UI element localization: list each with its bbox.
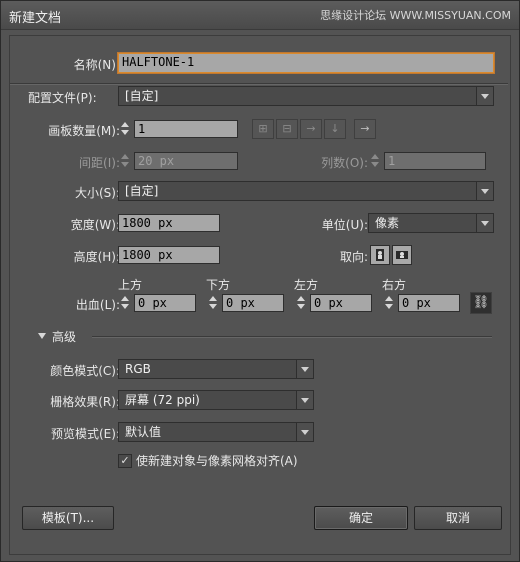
bleed-right-stepper[interactable] xyxy=(382,294,398,312)
artboards-label: 画板数量(M): xyxy=(48,124,120,138)
artboards-stepper[interactable] xyxy=(118,120,134,138)
dialog-title: 新建文档 xyxy=(9,11,62,26)
watermark: 思缘设计论坛 WWW.MISSYUAN.COM xyxy=(320,9,511,22)
up-arrow-icon xyxy=(121,122,129,127)
arrange-by-column-icon[interactable]: ↓ xyxy=(324,119,346,139)
raster-effects-dropdown[interactable]: 屏幕 (72 ppi) xyxy=(118,390,314,410)
bleed-top-input[interactable]: 0 px xyxy=(134,294,196,312)
units-value: 像素 xyxy=(375,216,400,230)
columns-label: 列数(O): xyxy=(321,156,368,170)
up-arrow-icon xyxy=(209,296,217,301)
divider xyxy=(10,83,508,85)
size-label: 大小(S): xyxy=(74,186,120,200)
up-arrow-icon xyxy=(385,296,393,301)
orientation-label: 取向: xyxy=(339,250,368,264)
height-input[interactable]: 1800 px xyxy=(118,246,220,264)
size-value: [自定] xyxy=(125,184,159,198)
units-label: 单位(U): xyxy=(321,218,368,232)
spacing-stepper xyxy=(118,152,134,170)
width-input[interactable]: 1800 px xyxy=(118,214,220,232)
grid-by-column-icon[interactable]: ⊟ xyxy=(276,119,298,139)
bleed-right-label: 右方 xyxy=(382,278,407,292)
down-arrow-icon xyxy=(385,304,393,309)
color-mode-label: 颜色模式(C): xyxy=(50,364,120,378)
templates-button[interactable]: 模板(T)... xyxy=(22,506,114,530)
bleed-left-stepper[interactable] xyxy=(294,294,310,312)
spacing-input: 20 px xyxy=(134,152,238,170)
bleed-label: 出血(L): xyxy=(75,298,120,312)
down-arrow-icon xyxy=(121,304,129,309)
portrait-orientation-icon[interactable] xyxy=(370,245,390,265)
bleed-bottom-input[interactable]: 0 px xyxy=(222,294,284,312)
preview-mode-value: 默认值 xyxy=(125,425,162,439)
landscape-orientation-icon[interactable] xyxy=(392,245,412,265)
raster-effects-value: 屏幕 (72 ppi) xyxy=(125,393,200,407)
preview-mode-label: 预览模式(E): xyxy=(51,427,120,441)
align-checkbox[interactable]: ✓ xyxy=(118,454,132,468)
down-arrow-icon xyxy=(209,304,217,309)
spacing-label: 间距(I): xyxy=(79,156,120,170)
align-label[interactable]: 使新建对象与像素网格对齐(A) xyxy=(136,452,298,469)
columns-input: 1 xyxy=(384,152,486,170)
chevron-down-icon xyxy=(476,182,493,200)
profile-dropdown[interactable]: [自定] xyxy=(118,86,494,106)
width-label: 宽度(W): xyxy=(70,218,120,232)
height-label: 高度(H): xyxy=(73,250,120,264)
bleed-bottom-label: 下方 xyxy=(206,278,231,292)
cancel-button[interactable]: 取消 xyxy=(414,506,502,530)
color-mode-dropdown[interactable]: RGB xyxy=(118,359,314,379)
link-icon[interactable]: ⛓ xyxy=(470,292,492,314)
person-icon xyxy=(376,249,384,261)
new-document-dialog: 新建文档 思缘设计论坛 WWW.MISSYUAN.COM 名称(N): HALF… xyxy=(0,0,520,562)
chevron-down-icon xyxy=(296,391,313,409)
arrange-by-row-icon[interactable]: → xyxy=(300,119,322,139)
grid-by-row-icon[interactable]: ⊞ xyxy=(252,119,274,139)
advanced-label[interactable]: 高级 xyxy=(52,328,76,345)
columns-stepper xyxy=(368,152,384,170)
person-icon xyxy=(396,251,408,259)
raster-effects-label: 栅格效果(R): xyxy=(50,395,120,409)
color-mode-value: RGB xyxy=(125,362,151,376)
up-arrow-icon xyxy=(121,296,129,301)
name-input[interactable]: HALFTONE-1 xyxy=(118,53,494,73)
down-arrow-icon xyxy=(121,130,129,135)
profile-label: 配置文件(P): xyxy=(28,91,97,105)
bleed-right-input[interactable]: 0 px xyxy=(398,294,460,312)
change-layout-icon[interactable]: → xyxy=(354,119,376,139)
bleed-top-stepper[interactable] xyxy=(118,294,134,312)
down-arrow-icon xyxy=(121,162,129,167)
up-arrow-icon xyxy=(121,154,129,159)
bleed-bottom-stepper[interactable] xyxy=(206,294,222,312)
name-label: 名称(N): xyxy=(73,58,120,72)
up-arrow-icon xyxy=(297,296,305,301)
profile-value: [自定] xyxy=(125,89,159,103)
chevron-down-icon xyxy=(476,214,493,232)
bleed-left-label: 左方 xyxy=(294,278,319,292)
dialog-body: 名称(N): HALFTONE-1 配置文件(P): [自定] 画板数量(M):… xyxy=(9,35,511,555)
down-arrow-icon xyxy=(297,304,305,309)
chevron-down-icon xyxy=(476,87,493,105)
collapse-triangle-icon[interactable] xyxy=(38,333,46,339)
chevron-down-icon xyxy=(296,360,313,378)
up-arrow-icon xyxy=(371,154,379,159)
bleed-left-input[interactable]: 0 px xyxy=(310,294,372,312)
preview-mode-dropdown[interactable]: 默认值 xyxy=(118,422,314,442)
units-dropdown[interactable]: 像素 xyxy=(368,213,494,233)
artboards-input[interactable]: 1 xyxy=(134,120,238,138)
divider xyxy=(92,336,492,338)
down-arrow-icon xyxy=(371,162,379,167)
title-bar: 新建文档 思缘设计论坛 WWW.MISSYUAN.COM xyxy=(1,1,519,30)
size-dropdown[interactable]: [自定] xyxy=(118,181,494,201)
chevron-down-icon xyxy=(296,423,313,441)
ok-button[interactable]: 确定 xyxy=(314,506,408,530)
bleed-top-label: 上方 xyxy=(118,278,143,292)
